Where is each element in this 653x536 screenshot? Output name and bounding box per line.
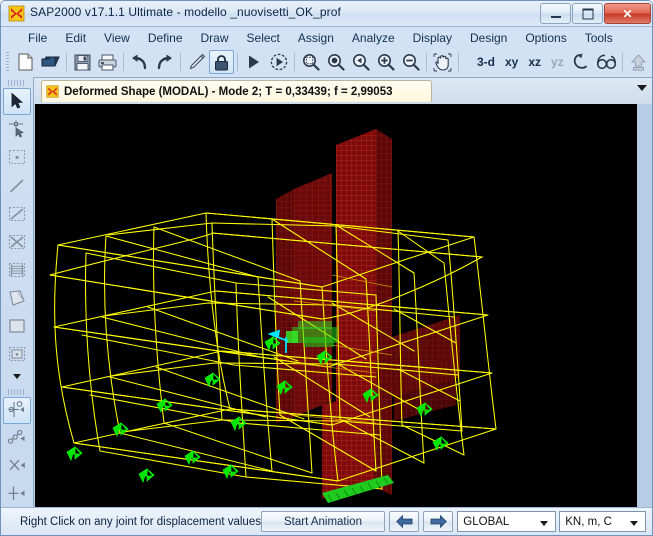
view-xz-text[interactable]: xy	[500, 50, 523, 74]
draw-frame-cable-icon[interactable]	[3, 172, 31, 199]
sap2000-window-icon	[46, 85, 59, 98]
zoom-rubber-band-icon[interactable]	[298, 50, 323, 74]
pointer-select-icon[interactable]	[3, 87, 31, 115]
print-icon[interactable]	[95, 50, 120, 74]
menu-analyze[interactable]: Analyze	[343, 29, 404, 47]
left-toolbar-grip-2[interactable]	[8, 388, 26, 395]
menu-select[interactable]: Select	[238, 29, 289, 47]
select-using-intersecting-line-icon[interactable]	[3, 425, 31, 452]
clear-selection-icon[interactable]	[3, 481, 31, 508]
menu-design[interactable]: Design	[461, 29, 516, 47]
units-select[interactable]: KN, m, C	[559, 511, 647, 532]
refresh-pencil-icon[interactable]	[184, 50, 209, 74]
sap2000-logo-icon	[8, 5, 25, 22]
toolbar-grip[interactable]	[5, 52, 10, 72]
toolbar-separator	[621, 53, 623, 71]
quick-draw-area-icon[interactable]	[3, 340, 31, 367]
undo-icon[interactable]	[127, 50, 152, 74]
menu-tools[interactable]: Tools	[576, 29, 622, 47]
sap2000-application-window: SAP2000 v17.1.1 Ultimate - modello _nuov…	[0, 0, 653, 536]
toolbar-separator	[426, 53, 427, 71]
toolbar-separator	[237, 53, 238, 71]
mdi-client-area: Deformed Shape (MODAL) - Mode 2; T = 0,3…	[33, 77, 652, 509]
minimize-button[interactable]	[540, 3, 571, 24]
chevron-down-icon	[630, 521, 639, 526]
menu-bar: File Edit View Define Draw Select Assign…	[1, 27, 652, 49]
zoom-out-icon[interactable]	[398, 50, 423, 74]
arrow-right-icon	[430, 515, 447, 528]
menu-view[interactable]: View	[95, 29, 139, 47]
model-viewport[interactable]	[35, 104, 637, 508]
minimize-icon	[550, 15, 561, 18]
run-animation-icon[interactable]	[266, 50, 291, 74]
left-toolbar-grip[interactable]	[8, 80, 26, 86]
redo-icon[interactable]	[152, 50, 177, 74]
toolbar-separator	[66, 53, 67, 71]
menu-define[interactable]: Define	[139, 29, 192, 47]
save-icon[interactable]	[70, 50, 95, 74]
open-folder-icon[interactable]	[38, 50, 63, 74]
lock-icon[interactable]	[209, 50, 234, 74]
menu-draw[interactable]: Draw	[192, 29, 238, 47]
status-bar: Right Click on any joint for displacemen…	[1, 507, 652, 535]
quick-draw-frame-icon[interactable]	[3, 200, 31, 227]
new-file-icon[interactable]	[13, 50, 38, 74]
draw-point-object-icon[interactable]	[3, 144, 31, 171]
zoom-full-icon[interactable]	[323, 50, 348, 74]
start-animation-button[interactable]: Start Animation	[260, 511, 385, 532]
reshape-element-icon[interactable]	[3, 116, 31, 143]
select-all-icon[interactable]	[3, 453, 31, 480]
view-yz-text[interactable]: xz	[523, 50, 546, 74]
close-icon: ✕	[622, 6, 633, 21]
view-3d-text[interactable]	[462, 50, 472, 74]
quick-draw-secondary-beam-icon[interactable]	[3, 256, 31, 283]
left-draw-toolbar	[1, 77, 33, 509]
toolbar-separator	[123, 53, 124, 71]
deformed-shape-render	[36, 105, 636, 507]
zoom-previous-icon[interactable]	[348, 50, 373, 74]
view-nv-text[interactable]: yz	[546, 50, 569, 74]
set-select-mode-icon[interactable]	[3, 396, 31, 424]
document-tab-strip: Deformed Shape (MODAL) - Mode 2; T = 0,3…	[34, 78, 652, 104]
pan-hand-icon[interactable]	[430, 50, 455, 74]
close-button[interactable]: ✕	[604, 3, 651, 24]
menu-display[interactable]: Display	[404, 29, 461, 47]
document-tab-deformed-shape[interactable]: Deformed Shape (MODAL) - Mode 2; T = 0,3…	[41, 80, 432, 102]
maximize-button[interactable]	[572, 3, 603, 24]
previous-mode-button[interactable]	[388, 511, 420, 532]
chevron-down-icon	[540, 521, 549, 526]
draw-poly-area-icon[interactable]	[3, 284, 31, 311]
units-value: KN, m, C	[565, 515, 612, 528]
window-title: SAP2000 v17.1.1 Ultimate - modello _nuov…	[30, 5, 341, 19]
maximize-icon	[582, 8, 593, 19]
document-tab-title: Deformed Shape (MODAL) - Mode 2; T = 0,3…	[64, 85, 393, 98]
menu-assign[interactable]: Assign	[289, 29, 343, 47]
move-up-icon[interactable]	[626, 50, 651, 74]
title-bar: SAP2000 v17.1.1 Ultimate - modello _nuov…	[1, 1, 652, 27]
next-mode-button[interactable]	[423, 511, 454, 532]
view-xy-text[interactable]: 3-d	[472, 50, 500, 74]
zoom-in-icon[interactable]	[373, 50, 398, 74]
toolbar-separator	[180, 53, 181, 71]
menu-file[interactable]: File	[19, 29, 56, 47]
more-tools-chevron-icon[interactable]	[3, 368, 31, 384]
arrow-left-icon	[395, 515, 412, 528]
coordinate-system-select[interactable]: GLOBAL	[457, 511, 557, 532]
toolbar-separator	[458, 53, 459, 71]
status-message: Right Click on any joint for displacemen…	[20, 515, 261, 528]
menu-options[interactable]: Options	[516, 29, 575, 47]
rotate-3d-icon[interactable]	[569, 50, 594, 74]
window-controls: ✕	[540, 3, 651, 24]
coordinate-system-value: GLOBAL	[463, 515, 510, 528]
main-toolbar: 3-d xy xz yz	[1, 49, 652, 75]
chevron-down-icon[interactable]	[637, 85, 647, 91]
quick-draw-brace-icon[interactable]	[3, 228, 31, 255]
draw-rectangular-area-icon[interactable]	[3, 312, 31, 339]
menu-edit[interactable]: Edit	[56, 29, 95, 47]
perspective-glasses-icon[interactable]	[594, 50, 619, 74]
toolbar-separator	[294, 53, 295, 71]
run-analysis-icon[interactable]	[241, 50, 266, 74]
